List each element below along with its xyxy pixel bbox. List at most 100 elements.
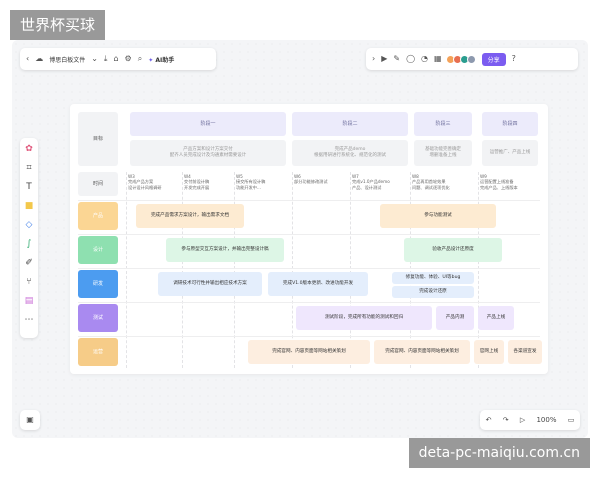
whiteboard-app: ‹ ☁ 博思白板文件 ⌄ ⤓ ⌂ ⚙ ⌕ ✦ AI助手 › ▶ ✎ ◯ ◔ ▦ [12,40,588,438]
grid-icon[interactable]: ▦ [434,48,442,70]
task-card[interactable]: 调研技术可行性并输出相应技术方案 [158,272,262,296]
task-card[interactable]: 修复功能、体验、UI等bug [392,272,474,284]
comment-icon[interactable]: ◯ [406,48,415,70]
week-detail: 运营配置上线准备 完成产品、上线版本 [480,179,518,190]
phase-description: 基础功能完善确定 增删准备上线 [414,140,472,166]
pointer-icon[interactable]: ▷ [520,416,525,424]
week-detail: 交付前设计稿 开发完成开展 [184,179,210,190]
task-card[interactable]: 参与原型交互方案设计，并输出完整设计稿 [166,238,284,262]
goal-label: 目标 [78,112,118,166]
pen-icon[interactable]: ✎ [393,48,400,70]
row-divider [78,302,540,303]
watermark-bottom: deta-pc-maiqiu.com.cn [408,438,590,468]
collaborator-avatars[interactable] [445,54,476,64]
sticky-note-icon[interactable]: ■ [25,201,34,211]
zoom-level[interactable]: 100% [536,416,556,424]
share-button[interactable]: 分享 [481,52,506,66]
phase-description: 完成产品demo 根据用研进行系统化、规范化的测试 [292,140,408,166]
download-icon[interactable]: ⤓ [104,48,108,70]
week-cell: W6 部分功能修改测试 [294,174,348,185]
week-detail: 产品再用首轮效果 问题、调试逐项优化 [412,179,450,190]
roadmap-board[interactable]: 目标 阶段一 产品方案和设计方案交付 配齐人员完成设计及沟通素材需要设计 阶段二… [70,104,548,374]
ai-assistant-label: AI助手 [155,56,175,64]
minimap-icon[interactable]: ▣ [20,410,40,430]
settings-icon[interactable]: ⚙ [125,48,132,70]
phase-description: 产品方案和设计方案交付 配齐人员完成设计及沟通素材需要设计 [130,140,286,166]
undo-icon[interactable]: ↶ [486,416,492,424]
task-card[interactable]: 验收产品设计还原度 [404,238,502,262]
back-icon[interactable]: ‹ [26,48,29,70]
task-card[interactable]: 产品上线 [478,306,514,330]
time-label: 时间 [78,172,118,196]
page: ‹ ☁ 博思白板文件 ⌄ ⤓ ⌂ ⚙ ⌕ ✦ AI助手 › ▶ ✎ ◯ ◔ ▦ [0,0,600,480]
week-cell: W4 交付前设计稿 开发完成开展 [184,174,232,190]
more-icon[interactable]: ⋯ [25,315,34,325]
zoom-controls: ↶ ↷ ▷ 100% ▭ [480,410,580,430]
pen-tool-icon[interactable]: ✐ [25,258,33,268]
week-detail: 完成产品方案 设计设计风格调研 [128,179,162,190]
task-card[interactable]: 参与功能测试 [380,204,496,228]
task-card[interactable]: 完成V1.0版本更新、改进功能开发 [268,272,368,296]
row-label-ops[interactable]: 运营 [78,338,118,366]
week-detail: 接交所有设计稿 功能开发中... [236,179,266,190]
collab-toolbar: › ▶ ✎ ◯ ◔ ▦ 分享 ? [366,48,578,70]
frame-icon[interactable]: ⌗ [26,163,31,173]
document-name[interactable]: 博思白板文件 [49,55,85,64]
task-card[interactable]: 测试阶段，完成所有功能的测试和回归 [296,306,432,330]
row-divider [78,234,540,235]
phase-title[interactable]: 阶段四 [482,112,538,136]
table-icon[interactable]: ▤ [25,296,34,306]
bell-icon[interactable]: ◔ [421,48,428,70]
week-cell: W5 接交所有设计稿 功能开发中... [236,174,290,190]
help-icon[interactable]: ? [512,48,516,70]
row-label-design[interactable]: 设计 [78,236,118,264]
avatar[interactable] [466,54,476,64]
row-label-test[interactable]: 测试 [78,304,118,332]
grid-line [410,172,411,368]
ai-assistant-button[interactable]: ✦ AI助手 [148,55,174,64]
task-card[interactable]: 完成设计还原 [392,286,474,298]
template-icon[interactable]: ✿ [25,144,33,154]
week-cell: W3 完成产品方案 设计设计风格调研 [128,174,180,190]
mindmap-icon[interactable]: ⑂ [26,277,31,287]
week-detail: 完成v1.0产品demo 产品、设计测试 [352,179,390,190]
connector-icon[interactable]: ∫ [27,239,32,249]
grid-line [478,172,479,368]
grid-line [126,172,127,368]
task-card[interactable]: 产品内测 [436,306,474,330]
grid-line [234,172,235,368]
row-divider [78,268,540,269]
task-card[interactable]: 完成官网、内容页面等网站相关策划 [248,340,370,364]
phase-title[interactable]: 阶段一 [130,112,286,136]
task-card[interactable]: 官网上线 [474,340,504,364]
row-label-product[interactable]: 产品 [78,202,118,230]
task-card[interactable]: 各渠道宣发 [508,340,542,364]
redo-icon[interactable]: ↷ [503,416,509,424]
play-icon[interactable]: ▶ [381,48,387,70]
week-detail: 部分功能修改测试 [294,179,328,185]
grid-line [292,172,293,368]
tag-icon[interactable]: ⌂ [113,48,118,70]
row-divider [78,200,540,201]
phase-title[interactable]: 阶段三 [414,112,472,136]
week-cell: W7 完成v1.0产品demo 产品、设计测试 [352,174,408,190]
shape-icon[interactable]: ◇ [26,220,33,230]
phase-description: 运营推广、产品上线 [482,140,538,166]
fit-screen-icon[interactable]: ▭ [568,416,575,424]
cloud-icon: ☁ [35,54,44,63]
task-card[interactable]: 完成官网、内容页面等网站相关策划 [374,340,470,364]
grid-line [182,172,183,368]
chevron-down-icon[interactable]: ⌄ [91,48,98,70]
ai-sparkle-icon: ✦ [148,56,154,64]
expand-icon[interactable]: › [372,48,375,70]
task-card[interactable]: 完成产品需求方案设计，输出需求文档 [136,204,244,228]
grid-line [350,172,351,368]
row-divider [78,336,540,337]
watermark-top: 世界杯买球 [10,10,106,40]
search-icon[interactable]: ⌕ [138,48,142,70]
text-icon[interactable]: T [26,182,32,192]
row-label-dev[interactable]: 研发 [78,270,118,298]
tool-sidebar: ✿ ⌗ T ■ ◇ ∫ ✐ ⑂ ▤ ⋯ [20,138,38,338]
week-cell: W9 运营配置上线准备 完成产品、上线版本 [480,174,542,190]
phase-title[interactable]: 阶段二 [292,112,408,136]
